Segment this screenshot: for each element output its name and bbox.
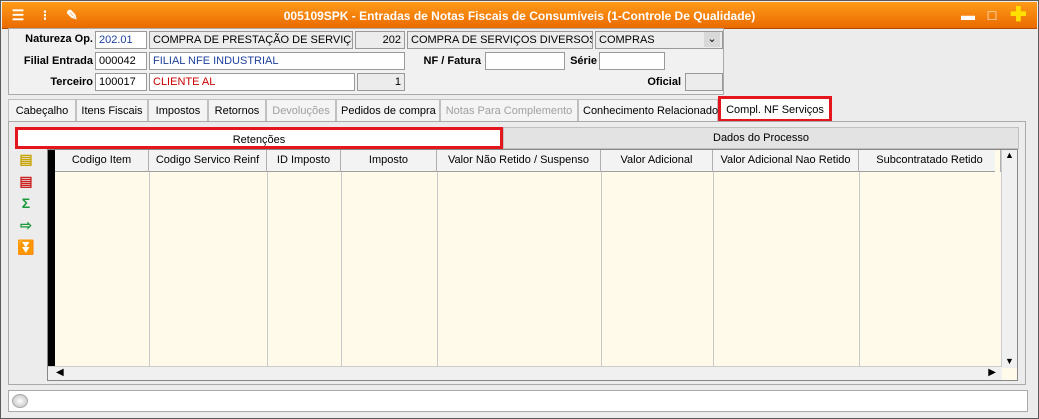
horizontal-scrollbar[interactable]: ◀ ▶ xyxy=(48,366,1002,380)
tab-retornos[interactable]: Retornos xyxy=(208,99,266,122)
subtab-retencoes[interactable]: Retenções xyxy=(15,127,503,149)
status-bar xyxy=(8,390,1028,412)
col-header[interactable]: Valor Não Retido / Suspenso xyxy=(437,150,601,172)
natureza-label: Natureza Op. xyxy=(25,33,93,45)
window-title: 005109SPK - Entradas de Notas Fiscais de… xyxy=(283,9,756,23)
nf-field[interactable] xyxy=(485,52,565,70)
col-header[interactable]: Codigo Servico Reinf xyxy=(149,150,267,172)
tab-itens-fiscais[interactable]: Itens Fiscais xyxy=(76,99,148,122)
natureza-code-field[interactable]: 202.01 xyxy=(95,31,147,49)
col-header[interactable]: Valor Adicional xyxy=(601,150,713,172)
grid-column-line xyxy=(341,172,342,368)
terceiro-num-field: 1 xyxy=(357,73,405,91)
grid-column-line xyxy=(437,172,438,368)
move-down-icon[interactable]: ⏬ xyxy=(13,239,39,261)
tab-bar: Cabeçalho Itens Fiscais Impostos Retorno… xyxy=(8,96,1028,122)
col-header[interactable]: ID Imposto xyxy=(267,150,341,172)
filial-code-field[interactable]: 000042 xyxy=(95,52,147,70)
oficial-label: Oficial xyxy=(647,76,681,88)
col-header[interactable]: Imposto xyxy=(341,150,437,172)
minimize-icon[interactable]: ▬ xyxy=(960,7,976,23)
col-header[interactable]: Codigo Item xyxy=(55,150,149,172)
natureza-num-field: 202 xyxy=(355,31,405,49)
delete-row-icon[interactable]: ▤ xyxy=(13,173,39,195)
tab-cabecalho[interactable]: Cabeçalho xyxy=(8,99,76,122)
add-row-icon[interactable]: ▤ xyxy=(13,151,39,173)
tab-compl-nf-servicos[interactable]: Compl. NF Serviços xyxy=(718,96,832,122)
filial-desc-field: FILIAL NFE INDUSTRIAL xyxy=(149,52,405,70)
scroll-left-icon[interactable]: ◀ xyxy=(56,367,64,378)
vertical-scrollbar[interactable]: ▲ ▼ xyxy=(1001,150,1017,368)
main-window: ☰ ⁝ ✎ 005109SPK - Entradas de Notas Fisc… xyxy=(0,0,1039,419)
tab-conhecimento[interactable]: Conhecimento Relacionado xyxy=(578,99,718,122)
filial-label: Filial Entrada xyxy=(23,55,93,67)
tab-notas-complemento[interactable]: Notas Para Complemento xyxy=(440,99,578,122)
status-indicator-icon xyxy=(12,394,28,408)
natureza-desc-field: COMPRA DE PRESTAÇÃO DE SERVIÇOS xyxy=(149,31,353,49)
tab-impostos[interactable]: Impostos xyxy=(148,99,208,122)
natureza-desc2-field: COMPRA DE SERVIÇOS DIVERSOS xyxy=(407,31,593,49)
add-icon[interactable]: ✚ xyxy=(1010,5,1027,25)
scroll-down-icon[interactable]: ▼ xyxy=(1002,356,1017,366)
tab-devolucoes[interactable]: Devoluções xyxy=(266,99,336,122)
natureza-type-select[interactable]: COMPRAS ⌄ xyxy=(595,31,723,49)
chevron-down-icon[interactable]: ⌄ xyxy=(704,32,720,47)
grid-column-line xyxy=(859,172,860,368)
subtab-dados-processo[interactable]: Dados do Processo xyxy=(503,127,1019,149)
title-bar: ☰ ⁝ ✎ 005109SPK - Entradas de Notas Fisc… xyxy=(2,2,1037,29)
serie-label: Série xyxy=(570,55,597,67)
grid-toolbar: ▤ ▤ Σ ⇨ ⏬ xyxy=(13,151,39,261)
grid-header: Codigo Item Codigo Servico Reinf ID Impo… xyxy=(55,150,1001,172)
natureza-type-value: COMPRAS xyxy=(599,34,655,46)
terceiro-label: Terceiro xyxy=(50,76,93,88)
sum-icon[interactable]: Σ xyxy=(13,195,39,217)
terceiro-code-field[interactable]: 100017 xyxy=(95,73,147,91)
grid-column-line xyxy=(713,172,714,368)
serie-field[interactable] xyxy=(599,52,665,70)
terceiro-desc-field: CLIENTE AL xyxy=(149,73,355,91)
tab-pedidos-compra[interactable]: Pedidos de compra xyxy=(336,99,440,122)
grid-column-line xyxy=(149,172,150,368)
scroll-up-icon[interactable]: ▲ xyxy=(1002,150,1017,164)
row-indicator xyxy=(48,150,55,380)
scroll-right-icon[interactable]: ▶ xyxy=(988,367,996,378)
col-header[interactable]: Valor Adicional Nao Retido xyxy=(713,150,859,172)
nf-label: NF / Fatura xyxy=(423,55,481,67)
header-panel: Natureza Op. 202.01 COMPRA DE PRESTAÇÃO … xyxy=(8,28,724,95)
export-icon[interactable]: ⇨ xyxy=(13,217,39,239)
maximize-icon[interactable]: □ xyxy=(984,7,1000,23)
grid-column-line xyxy=(267,172,268,368)
oficial-field xyxy=(685,73,723,91)
grid-column-line xyxy=(601,172,602,368)
retencoes-grid[interactable]: Codigo Item Codigo Servico Reinf ID Impo… xyxy=(47,149,1018,381)
col-header[interactable]: Subcontratado Retido xyxy=(859,150,1001,172)
